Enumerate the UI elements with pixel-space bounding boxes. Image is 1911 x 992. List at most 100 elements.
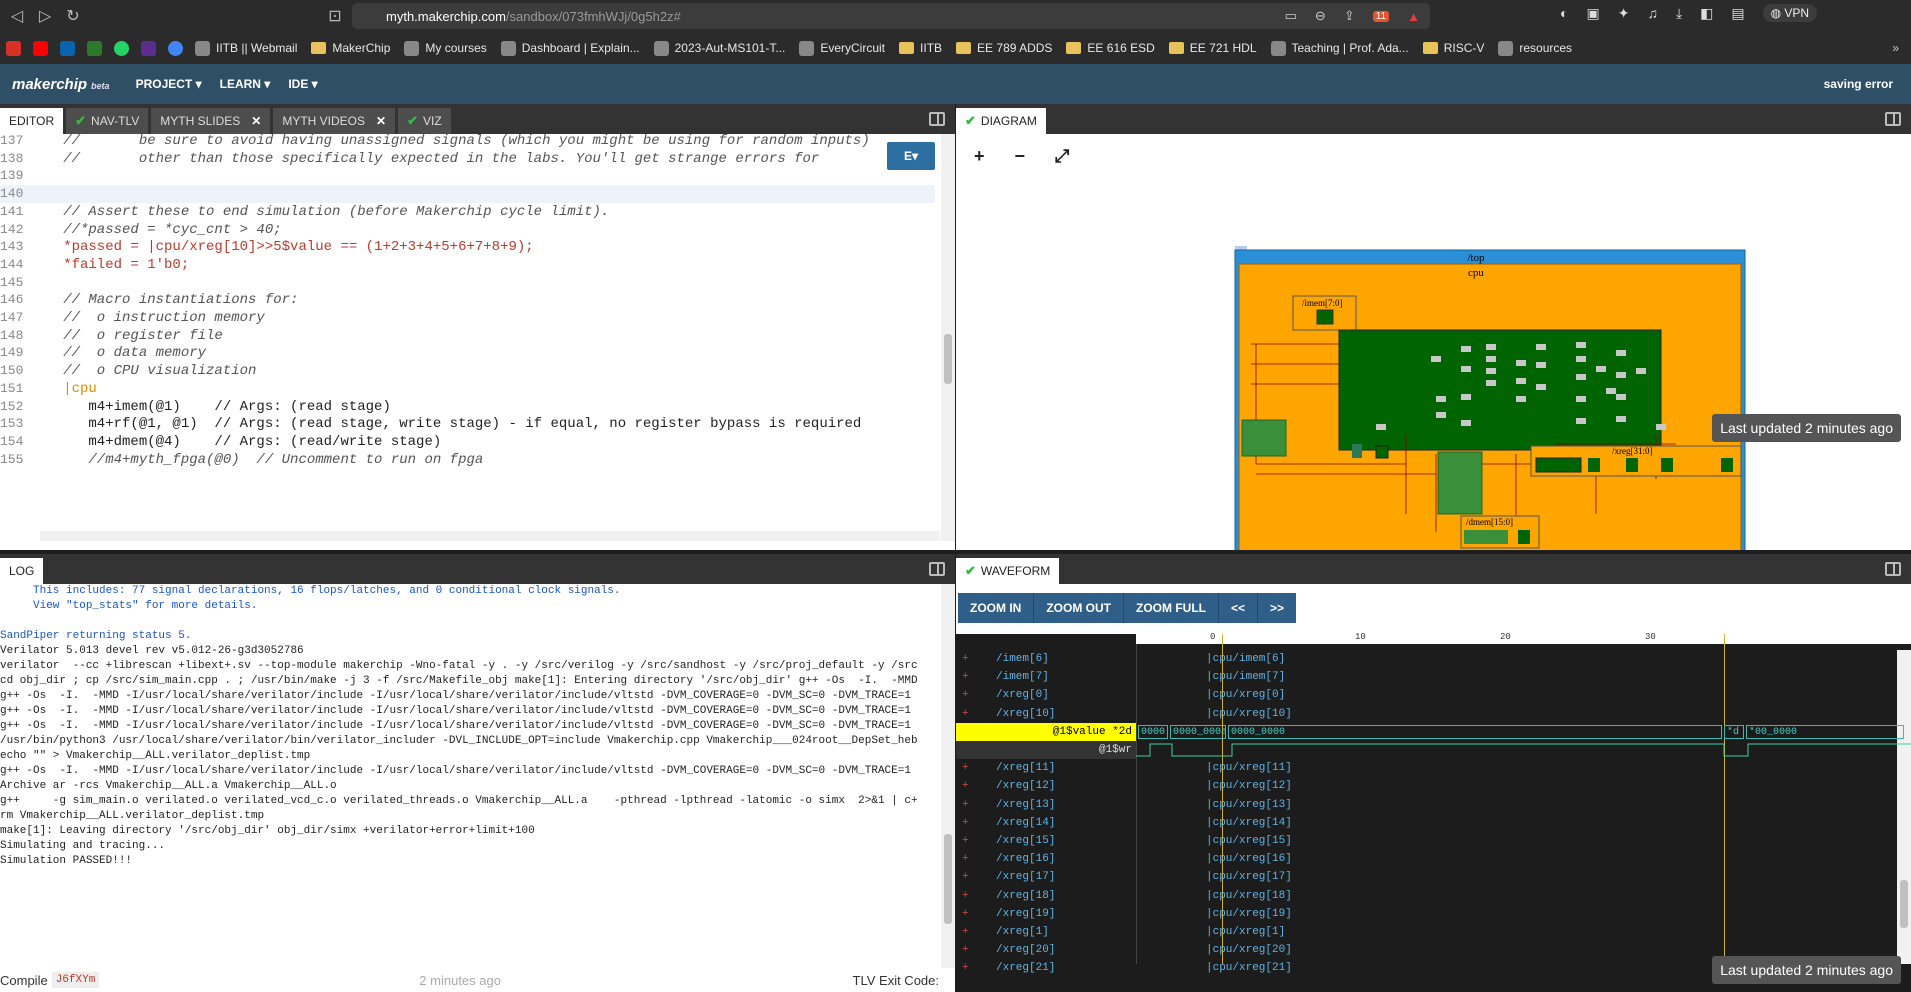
bookmark-item[interactable]: My courses — [404, 40, 487, 56]
sidebar-icon[interactable]: ◧ — [1700, 5, 1713, 22]
waveform-button-1[interactable]: ZOOM OUT — [1034, 593, 1123, 623]
bookmark-item[interactable]: Dashboard | Explain... — [500, 40, 640, 56]
expand-icon[interactable]: + — [962, 814, 969, 832]
youtube-icon[interactable] — [33, 40, 48, 56]
brave-shield-icon[interactable]: 11 — [1372, 10, 1390, 22]
bookmark-item[interactable]: 2023-Aut-MS101-T... — [653, 40, 785, 56]
tab-waveform[interactable]: ✔ WAVEFORM — [956, 558, 1060, 584]
address-bar[interactable]: myth.makerchip.com/sandbox/073fmhWJj/0g5… — [352, 3, 1430, 29]
tab-myth-videos[interactable]: MYTH VIDEOS ✕ — [273, 108, 396, 134]
scroll-thumb[interactable] — [944, 334, 952, 384]
signal-row[interactable]: + /xreg[10] |cpu/xreg[10] — [956, 705, 1911, 723]
editor-hscrollbar[interactable] — [40, 531, 940, 541]
close-icon[interactable]: ✕ — [376, 114, 386, 128]
makerchip-logo[interactable]: makerchip beta — [12, 76, 110, 93]
expand-icon[interactable]: + — [962, 705, 969, 723]
expand-icon[interactable]: + — [962, 923, 969, 941]
waveform-view[interactable]: 0 10 20 30 + /imem[6] |cpu/imem[6] + /imem[7] |c… — [956, 632, 1911, 974]
more-bookmarks-icon[interactable]: » — [1892, 41, 1899, 55]
bookmark-item[interactable]: EveryCircuit — [799, 40, 885, 56]
app-icon[interactable] — [141, 40, 156, 56]
signal-row[interactable]: + /xreg[16] |cpu/xreg[16] — [956, 850, 1911, 868]
bookmark-item[interactable]: resources — [1498, 40, 1572, 56]
menu-learn[interactable]: LEARN ▾ — [220, 77, 271, 91]
split-pane-icon[interactable] — [1885, 562, 1901, 576]
bookmark-item[interactable]: IITB || Webmail — [195, 40, 297, 56]
signal-row[interactable]: + /xreg[19] |cpu/xreg[19] — [956, 905, 1911, 923]
log-scrollbar[interactable] — [941, 584, 955, 984]
bookmark-item[interactable]: EE 616 ESD — [1066, 41, 1155, 55]
expand-icon[interactable]: + — [962, 887, 969, 905]
signal-row[interactable]: + /xreg[17] |cpu/xreg[17] — [956, 868, 1911, 886]
waveform-button-0[interactable]: ZOOM IN — [958, 593, 1033, 623]
tab-viz[interactable]: ✔ VIZ — [398, 108, 451, 134]
tab-myth-slides[interactable]: MYTH SLIDES ✕ — [151, 108, 271, 134]
waveform-button-3[interactable]: << — [1219, 593, 1257, 623]
forward-icon[interactable]: ▷ — [34, 5, 56, 27]
expand-icon[interactable]: + — [962, 796, 969, 814]
tab-log[interactable]: LOG — [0, 558, 44, 584]
app-icon[interactable] — [168, 40, 183, 56]
waveform-button-4[interactable]: >> — [1258, 593, 1296, 623]
signal-row[interactable]: + /imem[6] |cpu/imem[6] — [956, 650, 1911, 668]
signal-row[interactable]: + /xreg[0] |cpu/xreg[0] — [956, 686, 1911, 704]
signal-row[interactable]: + /imem[7] |cpu/imem[7] — [956, 668, 1911, 686]
expand-icon[interactable]: + — [962, 905, 969, 923]
code-editor[interactable]: E▾ 137 // be sure to avoid having unassi… — [0, 133, 955, 541]
signal-row[interactable]: + /xreg[11] |cpu/xreg[11] — [956, 759, 1911, 777]
bookmark-item[interactable]: EE 721 HDL — [1168, 41, 1257, 55]
expand-icon[interactable]: + — [962, 650, 969, 668]
gmail-icon[interactable] — [6, 40, 21, 56]
compile-id[interactable]: J6fXYm — [51, 972, 100, 988]
bookmark-item[interactable]: EE 789 ADDS — [956, 41, 1052, 55]
expand-icon[interactable]: + — [962, 959, 969, 977]
expand-icon[interactable]: + — [962, 941, 969, 959]
outlook-icon[interactable] — [60, 40, 75, 56]
expand-icon[interactable]: + — [962, 850, 969, 868]
extension-icon[interactable]: ◐ — [1560, 5, 1568, 21]
value-signal-row[interactable]: @1$value *2d 0000 0000_000a 0000_0000 *d *00_… — [956, 722, 1911, 741]
split-pane-icon[interactable] — [929, 562, 945, 576]
expand-icon[interactable]: + — [962, 777, 969, 795]
cpu-diagram[interactable]: /top cpu /imem[7:0] /xreg[31:0] /dmem[15… — [956, 134, 1911, 550]
signal-row[interactable]: + /xreg[18] |cpu/xreg[18] — [956, 887, 1911, 905]
share-icon[interactable]: ⇪ — [1344, 8, 1355, 24]
bookmark-icon[interactable]: ⊡ — [324, 5, 346, 27]
split-pane-icon[interactable] — [1885, 112, 1901, 126]
puzzle-icon[interactable]: ✦ — [1618, 5, 1630, 22]
tab-editor[interactable]: EDITOR — [0, 108, 64, 134]
install-icon[interactable]: ▭ — [1285, 8, 1297, 24]
whatsapp-icon[interactable] — [114, 40, 129, 56]
brave-rewards-icon[interactable]: ▲ — [1407, 9, 1420, 24]
wr-signal-row[interactable]: @1$wr — [956, 741, 1911, 759]
bookmark-item[interactable]: IITB — [899, 41, 942, 55]
signal-row[interactable]: + /xreg[14] |cpu/xreg[14] — [956, 814, 1911, 832]
bookmark-item[interactable]: RISC-V — [1422, 41, 1484, 55]
expand-icon[interactable]: + — [962, 832, 969, 850]
zoom-icon[interactable]: ⊖ — [1315, 8, 1326, 24]
close-icon[interactable]: ✕ — [251, 114, 261, 128]
signal-row[interactable]: + /xreg[15] |cpu/xreg[15] — [956, 832, 1911, 850]
download-icon[interactable]: ⤓ — [1676, 5, 1682, 22]
expand-icon[interactable]: + — [962, 686, 969, 704]
reload-icon[interactable]: ↻ — [62, 5, 84, 27]
tab-nav-tlv[interactable]: ✔ NAV-TLV — [66, 108, 149, 134]
music-icon[interactable]: ♫ — [1647, 5, 1658, 21]
back-icon[interactable]: ◁ — [6, 5, 28, 27]
signal-row[interactable]: + /xreg[13] |cpu/xreg[13] — [956, 796, 1911, 814]
tab-diagram[interactable]: ✔ DIAGRAM — [956, 108, 1046, 134]
bookmark-item[interactable]: Teaching | Prof. Ada... — [1270, 40, 1409, 56]
waveform-button-2[interactable]: ZOOM FULL — [1124, 593, 1218, 623]
split-pane-icon[interactable] — [929, 112, 945, 126]
vpn-button[interactable]: ◍ VPN — [1762, 4, 1818, 22]
expand-icon[interactable]: + — [962, 668, 969, 686]
signal-row[interactable]: + /xreg[12] |cpu/xreg[12] — [956, 777, 1911, 795]
expand-icon[interactable]: + — [962, 868, 969, 886]
app-icon[interactable] — [87, 40, 102, 56]
bookmark-item[interactable]: MakerChip — [311, 41, 390, 55]
screenshot-icon[interactable]: ▣ — [1586, 5, 1599, 22]
scroll-thumb[interactable] — [944, 834, 952, 924]
menu-project[interactable]: PROJECT ▾ — [136, 77, 202, 91]
expand-icon[interactable]: + — [962, 759, 969, 777]
menu-ide[interactable]: IDE ▾ — [288, 77, 317, 91]
